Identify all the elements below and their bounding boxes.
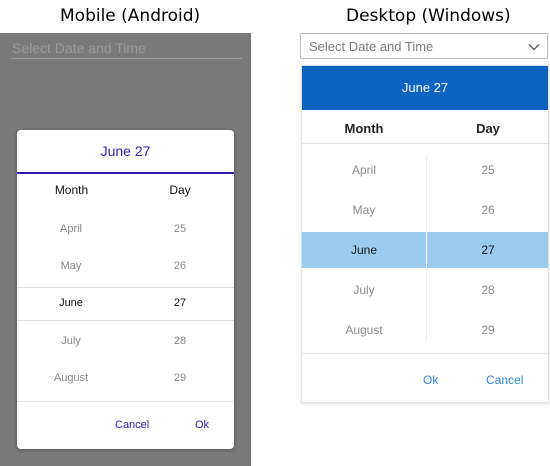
mobile-input-underline: [11, 58, 242, 59]
desktop-month-item[interactable]: August: [304, 323, 424, 337]
desktop-month-item[interactable]: May: [304, 203, 424, 217]
mobile-day-item[interactable]: 27: [140, 297, 220, 309]
desktop-picker-header: June 27: [302, 66, 548, 110]
mobile-selection-top-line: [17, 287, 234, 288]
desktop-heading: Desktop (Windows): [346, 6, 511, 26]
desktop-cancel-button[interactable]: Cancel: [486, 373, 523, 387]
mobile-month-item[interactable]: July: [31, 335, 111, 347]
mobile-day-item[interactable]: 29: [140, 372, 220, 384]
desktop-footer-divider: [302, 353, 548, 354]
mobile-month-item[interactable]: April: [31, 223, 111, 235]
mobile-month-column-header: Month: [54, 183, 89, 197]
mobile-ok-button[interactable]: Ok: [195, 419, 209, 431]
mobile-month-item[interactable]: August: [31, 372, 111, 384]
mobile-datetime-input[interactable]: Select Date and Time: [12, 40, 146, 56]
mobile-header-underline: [17, 172, 234, 174]
mobile-month-item[interactable]: May: [31, 260, 111, 272]
desktop-ok-button[interactable]: Ok: [423, 373, 438, 387]
mobile-day-item[interactable]: 26: [140, 260, 220, 272]
desktop-month-item[interactable]: April: [304, 163, 424, 177]
desktop-day-item[interactable]: 26: [428, 203, 548, 217]
desktop-month-item[interactable]: July: [304, 283, 424, 297]
desktop-day-item[interactable]: 27: [428, 243, 548, 257]
chevron-down-icon[interactable]: [527, 40, 541, 54]
mobile-month-item[interactable]: June: [31, 297, 111, 309]
mobile-day-column-header: Day: [169, 183, 191, 197]
mobile-heading: Mobile (Android): [60, 6, 201, 26]
desktop-datetime-input[interactable]: Select Date and Time: [309, 39, 433, 54]
desktop-day-item[interactable]: 29: [428, 323, 548, 337]
mobile-selection-bottom-line: [17, 320, 234, 321]
desktop-day-column-header: Day: [476, 121, 500, 136]
mobile-picker-header: June 27: [100, 143, 151, 159]
desktop-day-item[interactable]: 28: [428, 283, 548, 297]
mobile-day-item[interactable]: 25: [140, 223, 220, 235]
desktop-month-column-header: Month: [344, 121, 384, 136]
mobile-screen-overlay: Select Date and Time June 27 Month Day A…: [0, 33, 251, 466]
desktop-header-divider: [302, 143, 548, 144]
mobile-picker-dialog: June 27 Month Day April May June July August…: [17, 130, 234, 449]
mobile-footer-divider: [17, 401, 234, 402]
desktop-month-item[interactable]: June: [304, 243, 424, 257]
desktop-picker-dropdown: June 27 Month Day April May June July August…: [301, 65, 549, 403]
desktop-datetime-combobox[interactable]: Select Date and Time: [300, 33, 548, 59]
mobile-day-item[interactable]: 28: [140, 335, 220, 347]
desktop-day-item[interactable]: 25: [428, 163, 548, 177]
mobile-cancel-button[interactable]: Cancel: [115, 419, 149, 431]
desktop-selection-divider: [426, 232, 427, 268]
